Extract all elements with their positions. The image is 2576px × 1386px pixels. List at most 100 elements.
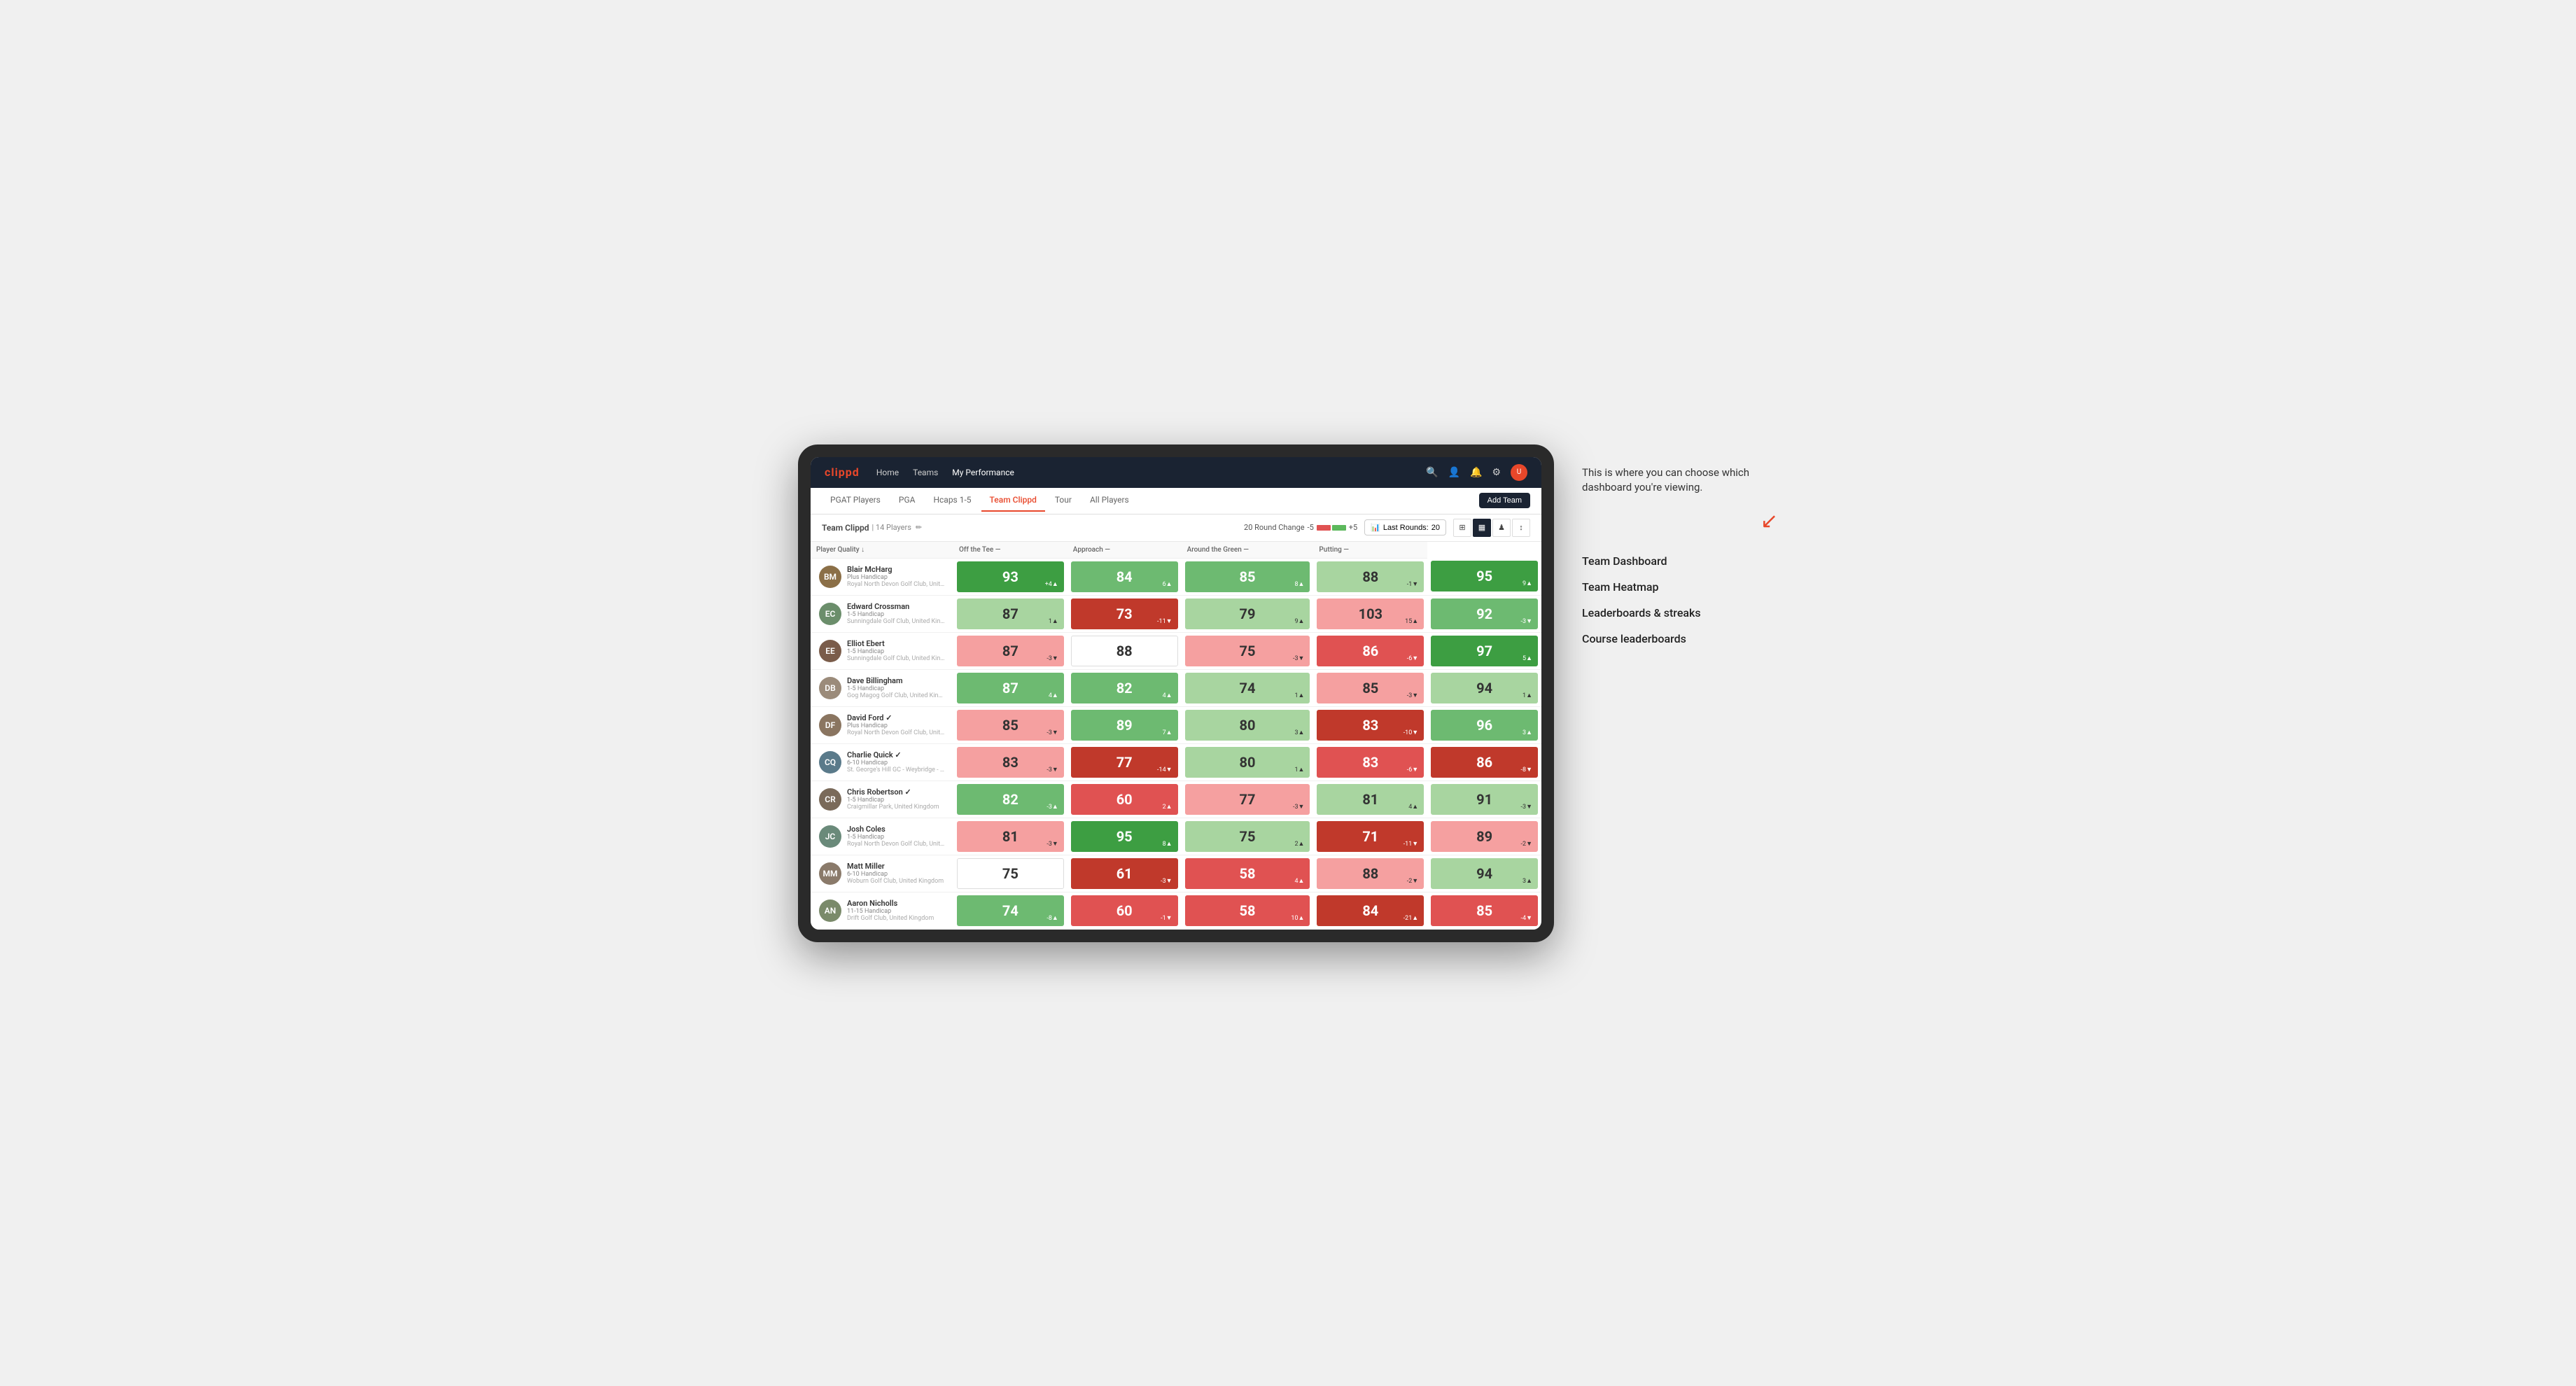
grid-view-button[interactable]: ⊞ [1453,519,1471,537]
score-change: -3▼ [1521,803,1532,811]
player-cell: JCJosh Coles1-5 HandicapRoyal North Devo… [813,822,951,850]
score-value: 97 [1476,643,1492,659]
score-change: 3▲ [1522,729,1532,736]
score-change: 15▲ [1405,617,1418,625]
player-handicap: Plus Handicap [847,574,945,581]
score-change: -3▼ [1407,692,1418,699]
table-row[interactable]: DBDave Billingham1-5 HandicapGog Magog G… [811,669,1541,706]
table-row[interactable]: CRChris Robertson ✓1-5 HandicapCraigmill… [811,780,1541,818]
player-quality-header[interactable]: Player Quality ↓ [811,542,953,559]
score-quality: 82-3▲ [953,780,1068,818]
score-off_tee: 846▲ [1068,558,1182,595]
score-change: -1▼ [1161,914,1172,922]
nav-link-teams[interactable]: Teams [913,465,938,480]
player-cell: EEElliot Ebert1-5 HandicapSunningdale Go… [813,636,951,665]
score-value: 88 [1116,643,1133,659]
score-change: -11▼ [1404,840,1419,848]
score-putting: 943▲ [1427,855,1541,892]
table-row[interactable]: CQCharlie Quick ✓6-10 HandicapSt. George… [811,743,1541,780]
add-team-button[interactable]: Add Team [1479,493,1530,508]
table-row[interactable]: ECEdward Crossman1-5 HandicapSunningdale… [811,595,1541,632]
annotation-item-course: Course leaderboards [1582,632,1778,645]
player-handicap: Plus Handicap [847,722,945,729]
score-quality: 85-3▼ [953,706,1068,743]
score-change: -4▼ [1521,914,1532,922]
settings-icon[interactable]: ⚙ [1492,467,1501,478]
player-name: Edward Crossman [847,602,945,611]
heatmap-view-button[interactable]: ▦ [1473,519,1491,537]
table-row[interactable]: BMBlair McHargPlus HandicapRoyal North D… [811,558,1541,595]
score-change: 5▲ [1522,654,1532,662]
score-value: 74 [1002,902,1018,919]
score-value: 87 [1002,680,1018,696]
user-icon[interactable]: 👤 [1448,467,1460,478]
sort-button[interactable]: ↕ [1512,519,1530,537]
bell-icon[interactable]: 🔔 [1470,467,1482,478]
score-around_green: 103 15▲ [1313,595,1427,632]
score-change: 1▲ [1294,766,1304,774]
score-change: 4▲ [1163,692,1172,699]
tab-tour[interactable]: Tour [1046,489,1080,512]
view-icons: ⊞ ▦ ♟ ↕ [1453,519,1530,537]
score-change: -3▼ [1521,617,1532,625]
player-avatar: DB [819,677,841,699]
nav-bar: clippd Home Teams My Performance 🔍 👤 🔔 ⚙… [811,457,1541,488]
nav-link-home[interactable]: Home [876,465,899,480]
score-approach: 741▲ [1182,669,1314,706]
player-avatar: MM [819,862,841,885]
tab-pgat[interactable]: PGAT Players [822,489,889,512]
tab-team-clippd[interactable]: Team Clippd [981,489,1045,512]
player-club: Royal North Devon Golf Club, United King… [847,841,945,848]
edit-icon[interactable]: ✏ [916,523,922,532]
search-icon[interactable]: 🔍 [1426,467,1438,478]
score-value: 91 [1476,791,1492,808]
table-row[interactable]: MMMatt Miller6-10 HandicapWoburn Golf Cl… [811,855,1541,892]
score-off_tee: 602▲ [1068,780,1182,818]
table-row[interactable]: EEElliot Ebert1-5 HandicapSunningdale Go… [811,632,1541,669]
player-cell: BMBlair McHargPlus HandicapRoyal North D… [813,562,951,591]
score-change: 2▲ [1294,840,1304,848]
score-value: 77 [1116,754,1133,771]
last-rounds-label: Last Rounds: [1383,524,1429,532]
table-row[interactable]: DFDavid Ford ✓Plus HandicapRoyal North D… [811,706,1541,743]
tab-all-players[interactable]: All Players [1082,489,1138,512]
player-avatar: EC [819,603,841,625]
score-value: 73 [1116,606,1133,622]
player-avatar: DF [819,714,841,736]
score-off_tee: 958▲ [1068,818,1182,855]
player-handicap: 6-10 Handicap [847,760,945,766]
score-change: -3▼ [1046,654,1058,662]
table-row[interactable]: JCJosh Coles1-5 HandicapRoyal North Devo… [811,818,1541,855]
score-around_green: 83-10▼ [1313,706,1427,743]
player-cell: MMMatt Miller6-10 HandicapWoburn Golf Cl… [813,859,951,888]
avatar[interactable]: U [1511,464,1527,481]
score-value: 103 [1359,606,1382,622]
score-change: -3▼ [1293,654,1304,662]
chart-view-button[interactable]: ♟ [1492,519,1511,537]
score-approach: 752▲ [1182,818,1314,855]
score-value: 82 [1116,680,1133,696]
player-handicap: 1-5 Handicap [847,797,939,804]
score-change: -6▼ [1407,654,1418,662]
nav-link-myperformance[interactable]: My Performance [952,465,1014,480]
approach-header[interactable]: Approach — [1068,542,1182,559]
score-change: -10▼ [1404,729,1419,736]
around-green-header[interactable]: Around the Green — [1182,542,1314,559]
score-value: 87 [1002,643,1018,659]
score-change: 3▲ [1522,877,1532,885]
player-name: Josh Coles [847,825,945,834]
last-rounds-button[interactable]: 📊 Last Rounds: 20 [1364,519,1446,536]
putting-header[interactable]: Putting — [1313,542,1427,559]
table-row[interactable]: ANAaron Nicholls11-15 HandicapDrift Golf… [811,892,1541,929]
score-off_tee: 88 [1068,632,1182,669]
tab-pga[interactable]: PGA [890,489,924,512]
score-off_tee: 82 4▲ [1068,669,1182,706]
score-quality: 87 -3▼ [953,632,1068,669]
off-tee-header[interactable]: Off the Tee — [953,542,1068,559]
tab-hcaps[interactable]: Hcaps 1-5 [925,489,979,512]
score-value: 79 [1240,606,1256,622]
score-value: 81 [1002,828,1018,845]
player-club: Sunningdale Golf Club, United Kingdom [847,655,945,662]
annotation-list: Team Dashboard Team Heatmap Leaderboards… [1582,554,1778,645]
score-value: 88 [1362,865,1378,882]
